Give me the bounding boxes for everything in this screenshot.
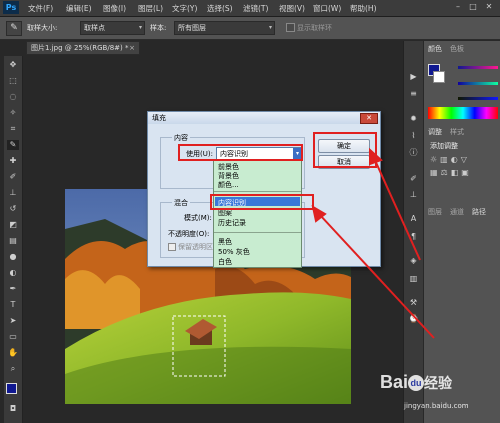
watermark-url: jingyan.baidu.com (404, 402, 469, 410)
arrow-to-content-aware (319, 214, 435, 339)
arrowhead-ok (369, 147, 383, 166)
annotation-arrows (311, 147, 435, 339)
watermark-brand: Bai (380, 372, 409, 392)
baidu-jingyan-watermark: Bai du 经验 jingyan.baidu.com (380, 372, 500, 423)
paw-logo-icon: du (408, 375, 425, 392)
arrow-to-ok (373, 157, 421, 261)
watermark-suffix: 经验 (424, 375, 453, 391)
